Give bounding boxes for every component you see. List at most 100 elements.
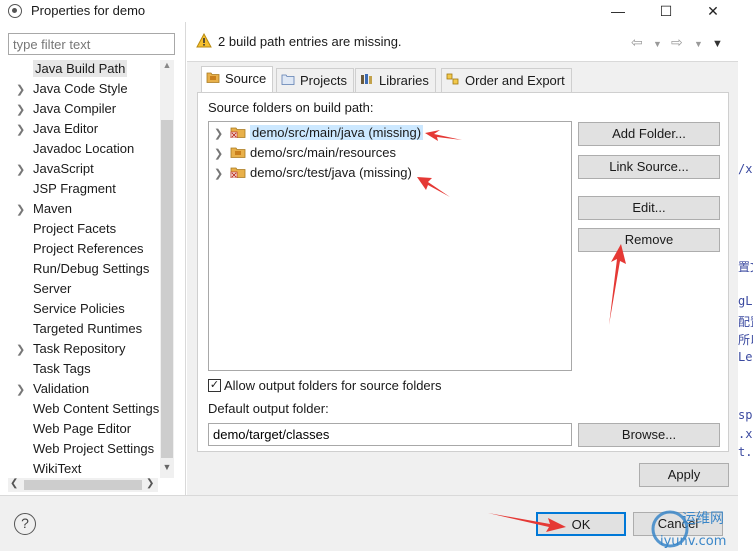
bg-fragment: /x	[738, 162, 753, 176]
tab-source[interactable]: Source	[201, 66, 274, 93]
background-editor-strip: /x 置文 gLo 配置 所以 Lef sp .x t.	[738, 22, 753, 551]
bg-fragment: gLo	[738, 294, 753, 308]
warning-icon	[196, 33, 212, 48]
sidebar-item[interactable]: Javadoc Location	[16, 139, 134, 159]
sidebar-item[interactable]: Web Page Editor	[16, 419, 131, 439]
chevron-right-icon[interactable]: ❯	[16, 200, 33, 220]
sidebar-item-label: Web Page Editor	[33, 421, 132, 436]
sidebar-item[interactable]: Java Build Path	[16, 59, 128, 79]
sidebar-item[interactable]: JSP Fragment	[16, 179, 116, 199]
sidebar-hscroll-thumb[interactable]	[24, 480, 142, 490]
sidebar-item[interactable]: Project Facets	[16, 219, 116, 239]
sidebar-item[interactable]: Web Content Settings	[16, 399, 159, 419]
sidebar-item-label: Java Build Path	[33, 60, 128, 77]
bg-fragment: 所以	[738, 333, 753, 347]
source-folder-label: demo/src/test/java (missing)	[250, 165, 412, 180]
sidebar-item[interactable]: Project References	[16, 239, 144, 259]
projects-icon	[281, 69, 295, 93]
chevron-right-icon[interactable]: ❯	[16, 380, 33, 400]
sidebar-item[interactable]: Web Project Settings	[16, 439, 154, 459]
back-icon[interactable]: ⇦	[631, 34, 643, 51]
source-folder-label: demo/src/main/resources	[250, 145, 396, 160]
bg-fragment: t.	[738, 445, 753, 459]
scroll-left-icon[interactable]: ❮	[10, 478, 18, 489]
source-folder-item[interactable]: ❯ demo/src/test/java (missing)	[214, 163, 412, 182]
tab-label: Source	[225, 71, 267, 86]
source-folder-item[interactable]: ❯ demo/src/main/java (missing)	[214, 123, 424, 144]
maximize-button[interactable]: ☐	[643, 0, 689, 22]
tab-order-export[interactable]: Order and Export	[441, 68, 572, 92]
sidebar-item-label: Maven	[33, 201, 73, 216]
scroll-up-icon[interactable]: ▲	[160, 60, 174, 74]
help-icon[interactable]: ?	[14, 513, 36, 535]
sidebar-item-label: Validation	[33, 381, 90, 396]
sidebar-item[interactable]: ❯ Validation	[16, 379, 89, 399]
minimize-button[interactable]: —	[595, 0, 641, 22]
dialog-button-bar	[0, 495, 738, 551]
sidebar-item[interactable]: Service Policies	[16, 299, 125, 319]
sidebar-item[interactable]: ❯ JavaScript	[16, 159, 94, 179]
allow-output-checkbox[interactable]: ✓	[208, 379, 221, 392]
chevron-right-icon[interactable]: ❯	[16, 80, 33, 100]
order-export-icon	[446, 69, 460, 93]
sidebar-item[interactable]: WikiText	[16, 459, 81, 479]
sidebar-item[interactable]: ❯ Maven	[16, 199, 72, 219]
message-text: 2 build path entries are missing.	[218, 34, 402, 49]
allow-output-label: Allow output folders for source folders	[224, 378, 442, 393]
source-icon	[206, 67, 220, 91]
bg-fragment: 配置	[738, 315, 753, 329]
ok-button[interactable]: OK	[536, 512, 626, 536]
forward-menu-icon[interactable]: ▼	[694, 39, 703, 49]
chevron-right-icon[interactable]: ❯	[214, 165, 230, 184]
missing-package-folder-icon	[230, 124, 246, 139]
sidebar-item[interactable]: Server	[16, 279, 71, 299]
chevron-right-icon[interactable]: ❯	[214, 125, 230, 144]
link-source-button[interactable]: Link Source...	[578, 155, 720, 179]
view-menu-icon[interactable]: ▼	[712, 38, 723, 50]
tab-libraries[interactable]: Libraries	[355, 68, 436, 92]
default-output-field[interactable]	[208, 423, 572, 446]
sidebar-item[interactable]: ❯ Task Repository	[16, 339, 125, 359]
scroll-right-icon[interactable]: ❯	[146, 478, 154, 489]
back-menu-icon[interactable]: ▼	[653, 39, 662, 49]
filter-input[interactable]	[8, 33, 175, 55]
source-folder-item[interactable]: ❯ demo/src/main/resources	[214, 143, 396, 162]
source-folders-label: Source folders on build path:	[208, 100, 374, 115]
sidebar-item-label: Web Content Settings	[33, 401, 160, 416]
bg-fragment: sp	[738, 408, 753, 422]
apply-button[interactable]: Apply	[639, 463, 729, 487]
add-folder-button[interactable]: Add Folder...	[578, 122, 720, 146]
tab-label: Libraries	[379, 73, 429, 88]
remove-button[interactable]: Remove	[578, 228, 720, 252]
bg-fragment: 置文	[738, 260, 753, 274]
source-folder-label: demo/src/main/java (missing)	[250, 125, 424, 140]
sidebar-item[interactable]: ❯ Java Code Style	[16, 79, 128, 99]
sidebar-item[interactable]: Run/Debug Settings	[16, 259, 149, 279]
close-button[interactable]: ✕	[690, 0, 736, 22]
sidebar-item-label: Java Editor	[33, 121, 99, 136]
forward-icon[interactable]: ⇨	[671, 34, 683, 51]
chevron-right-icon[interactable]: ❯	[16, 120, 33, 140]
sidebar-item-label: Server	[33, 281, 72, 296]
sidebar-item-label: Task Repository	[33, 341, 126, 356]
chevron-right-icon[interactable]: ❯	[214, 145, 230, 164]
edit-button[interactable]: Edit...	[578, 196, 720, 220]
sidebar-item[interactable]: ❯ Java Compiler	[16, 99, 116, 119]
browse-button[interactable]: Browse...	[578, 423, 720, 447]
libraries-icon	[360, 69, 374, 93]
sidebar-item-label: Service Policies	[33, 301, 125, 316]
sidebar-item[interactable]: Task Tags	[16, 359, 91, 379]
chevron-right-icon[interactable]: ❯	[16, 340, 33, 360]
default-output-label: Default output folder:	[208, 401, 329, 416]
sidebar-item[interactable]: ❯ Java Editor	[16, 119, 98, 139]
chevron-right-icon[interactable]: ❯	[16, 160, 33, 180]
scroll-down-icon[interactable]: ▼	[160, 462, 174, 476]
bg-fragment: .x	[738, 427, 753, 441]
chevron-right-icon[interactable]: ❯	[16, 100, 33, 120]
svg-text:运维网: 运维网	[682, 511, 724, 527]
sidebar-item-label: Task Tags	[33, 361, 91, 376]
missing-package-folder-icon	[230, 164, 246, 179]
tab-projects[interactable]: Projects	[276, 68, 354, 92]
sidebar-item[interactable]: Targeted Runtimes	[16, 319, 142, 339]
sidebar-scroll-thumb[interactable]	[161, 120, 173, 458]
